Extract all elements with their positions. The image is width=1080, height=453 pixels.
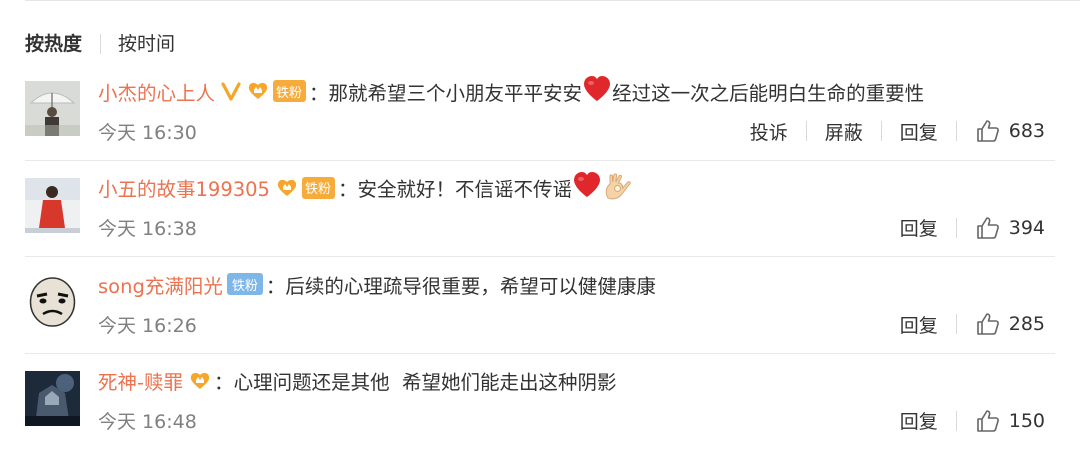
colon: ： — [214, 371, 234, 394]
comment-body: 小五的故事199305 铁粉 ： 安全就好！不信谣不传谣 — [98, 170, 634, 205]
username-link[interactable]: 小五的故事199305 — [98, 173, 270, 202]
comment-meta: 今天 16:38 回复 394 — [98, 213, 1045, 243]
iron-fan-badge: 铁粉 — [226, 273, 263, 295]
comment-text: 心理问题还是其他 希望她们能走出这种阴影 — [233, 371, 617, 394]
reply-button[interactable]: 回复 — [900, 311, 938, 338]
like-count: 150 — [1008, 409, 1045, 432]
top-divider — [25, 0, 1080, 1]
sort-divider — [100, 34, 102, 54]
verified-v-icon[interactable] — [221, 81, 241, 101]
comment-text: 安全就好！不信谣不传谣 — [357, 178, 572, 201]
comment-list: 小杰的心上人 铁粉 ： 那就希望三个小朋友平平安安 经过这一次之后能明白生命的重… — [0, 64, 1080, 450]
sort-tabs: 按热度 按时间 — [25, 30, 175, 58]
comment-actions: 回复 394 — [900, 214, 1045, 241]
ok-hand-emoji — [602, 170, 634, 205]
comment-meta: 今天 16:26 回复 285 — [98, 309, 1045, 339]
like-count: 394 — [1008, 216, 1045, 239]
username-link[interactable]: 死神-赎罪 — [98, 366, 183, 395]
comment-text: 后续的心理疏导很重要，希望可以健健康康 — [285, 274, 656, 298]
timestamp: 今天 16:38 — [98, 218, 197, 240]
colon: ： — [337, 178, 358, 201]
timestamp: 今天 16:26 — [98, 314, 197, 337]
colon: ： — [265, 274, 286, 298]
like-count: 285 — [1008, 313, 1045, 335]
like-button[interactable]: 285 — [975, 311, 1045, 337]
comment-actions: 回复 285 — [900, 311, 1045, 338]
reply-button[interactable]: 回复 — [900, 407, 938, 434]
like-count: 683 — [1008, 120, 1045, 142]
timestamp: 今天 16:48 — [98, 411, 197, 433]
avatar[interactable] — [25, 81, 80, 136]
report-button[interactable]: 投诉 — [750, 118, 788, 145]
thumbs-up-icon — [976, 313, 999, 335]
action-divider — [955, 121, 957, 141]
comment-item: 小五的故事199305 铁粉 ： 安全就好！不信谣不传谣 今天 16:38 回复… — [0, 161, 1080, 258]
thumbs-up-icon — [976, 216, 999, 239]
block-button[interactable]: 屏蔽 — [825, 118, 863, 145]
comment-actions: 投诉 屏蔽 回复 683 — [750, 118, 1045, 145]
comment-meta: 今天 16:48 回复 150 — [98, 406, 1045, 436]
avatar[interactable] — [25, 177, 80, 233]
avatar-image — [25, 177, 80, 233]
red-heart-emoji — [582, 75, 612, 108]
like-button[interactable]: 394 — [975, 215, 1045, 241]
fan-crown-icon — [189, 371, 211, 391]
comment-body: 小杰的心上人 铁粉 ： 那就希望三个小朋友平平安安 经过这一次之后能明白生命的重… — [98, 75, 925, 108]
username-link[interactable]: song充满阳光 — [98, 270, 223, 299]
colon: ： — [309, 81, 329, 105]
iron-fan-badge: 铁粉 — [301, 176, 335, 199]
comment-text: 那就希望三个小朋友平平安安 — [328, 81, 583, 105]
iron-fan-badge: 铁粉 — [273, 80, 307, 102]
avatar-image — [25, 81, 80, 136]
action-divider — [805, 121, 807, 141]
comment-item: song充满阳光 铁粉 ： 后续的心理疏导很重要，希望可以健健康康 今天 16:… — [0, 257, 1080, 354]
sort-by-time-tab[interactable]: 按时间 — [118, 30, 175, 58]
fan-crown-icon — [247, 81, 269, 101]
action-divider — [955, 410, 957, 431]
comment-meta: 今天 16:30 投诉 屏蔽 回复 683 — [98, 116, 1045, 146]
fan-crown-icon — [276, 178, 298, 198]
red-heart-emoji — [572, 171, 602, 204]
comment-text-continued: 经过这一次之后能明白生命的重要性 — [612, 81, 925, 105]
comment-item: 小杰的心上人 铁粉 ： 那就希望三个小朋友平平安安 经过这一次之后能明白生命的重… — [0, 64, 1080, 161]
comment-body: 死神-赎罪 ： 心理问题还是其他 希望她们能走出这种阴影 — [98, 366, 616, 396]
comment-actions: 回复 150 — [900, 407, 1045, 434]
action-divider — [880, 121, 882, 141]
like-button[interactable]: 150 — [975, 408, 1045, 434]
avatar-image — [25, 370, 80, 426]
reply-button[interactable]: 回复 — [900, 118, 938, 145]
comment-item: 死神-赎罪 ： 心理问题还是其他 希望她们能走出这种阴影 今天 16:48 回复… — [0, 354, 1080, 451]
thumbs-up-icon — [976, 409, 999, 432]
sort-by-hot-tab[interactable]: 按热度 — [25, 30, 82, 58]
thumbs-up-icon — [976, 120, 999, 142]
like-button[interactable]: 683 — [975, 118, 1045, 144]
comment-body: song充满阳光 铁粉 ： 后续的心理疏导很重要，希望可以健健康康 — [98, 269, 656, 299]
username-link[interactable]: 小杰的心上人 — [98, 77, 215, 106]
avatar[interactable] — [25, 274, 80, 329]
action-divider — [955, 217, 957, 238]
reply-button[interactable]: 回复 — [900, 214, 938, 241]
action-divider — [955, 314, 957, 334]
avatar[interactable] — [25, 370, 80, 426]
avatar-image — [25, 274, 80, 329]
timestamp: 今天 16:30 — [98, 121, 197, 144]
